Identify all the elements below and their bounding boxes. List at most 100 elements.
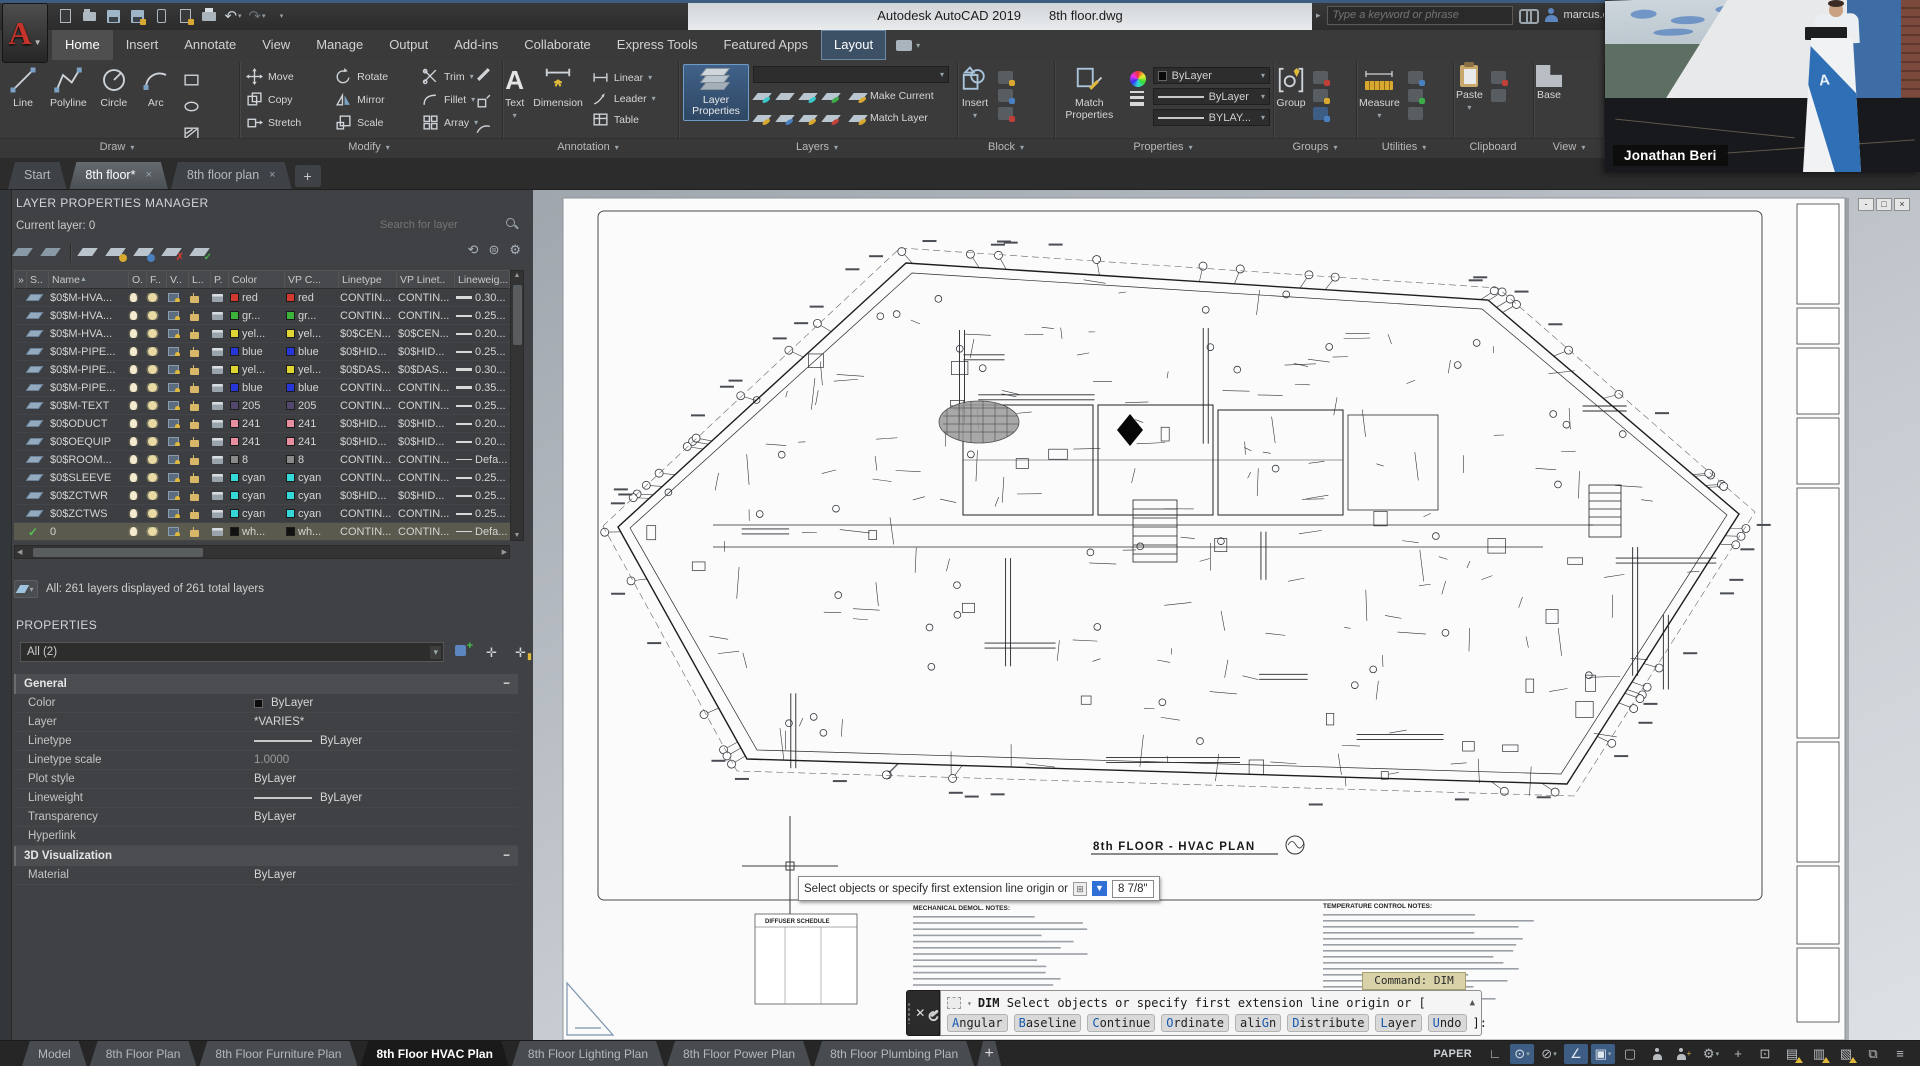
undo-button[interactable]: ↶▾ xyxy=(224,7,242,25)
layer-plot-icon[interactable] xyxy=(212,528,223,536)
layer-vp-linetype[interactable]: $0$HID... xyxy=(396,346,454,358)
layer-lock-icon[interactable] xyxy=(190,404,199,411)
layer-lock-icon[interactable] xyxy=(190,458,199,465)
layer-freeze-sun-icon[interactable] xyxy=(148,455,157,464)
utilities-panel-label[interactable]: Utilities▾ xyxy=(1382,141,1426,153)
layer-on-bulb-icon[interactable] xyxy=(130,455,137,464)
circle-tool[interactable]: Circle xyxy=(99,65,129,109)
move-tool[interactable]: Move xyxy=(246,68,321,85)
layer-settings-gear-icon[interactable]: ⚙ xyxy=(509,242,521,258)
arc-tool[interactable]: Arc xyxy=(141,65,171,109)
command-option[interactable]: Distribute xyxy=(1287,1014,1369,1032)
annotation-scale-gear-icon[interactable]: ⚙▾ xyxy=(1699,1044,1723,1064)
table-row[interactable]: $0$ZCTWScyancyanCONTIN...CONTIN...0.25..… xyxy=(14,505,510,523)
layers-panel-label[interactable]: Layers▾ xyxy=(796,141,838,153)
layer-plot-icon[interactable] xyxy=(212,384,223,392)
ribbon-tab-add-ins[interactable]: Add-ins xyxy=(441,30,511,60)
layer-name[interactable]: $0$M-TEXT xyxy=(48,400,128,412)
table-tool[interactable]: Table xyxy=(592,111,656,128)
layer-linetype[interactable]: $0$DAS... xyxy=(338,364,396,376)
layer-column-header[interactable]: S.. xyxy=(27,271,49,288)
ribbon-tab-collaborate[interactable]: Collaborate xyxy=(511,30,604,60)
layer-on-bulb-icon[interactable] xyxy=(130,491,137,500)
layer-on-bulb-icon[interactable] xyxy=(130,293,137,302)
object-snap-toggle-icon[interactable]: ▣▾ xyxy=(1591,1044,1615,1064)
layer-vp-color-swatch[interactable] xyxy=(286,473,295,482)
layer-on-icon[interactable] xyxy=(752,115,771,122)
application-menu-button[interactable]: A ▼ xyxy=(2,3,48,63)
drawing-canvas[interactable]: 8th FLOOR - HVAC PLAN DIFFUSER SCHEDULE … xyxy=(533,190,1920,1040)
file-tab[interactable]: 8th floor plan× xyxy=(171,162,292,189)
layer-linetype[interactable]: $0$CEN... xyxy=(338,328,396,340)
layer-column-header[interactable]: F.. xyxy=(147,271,167,288)
ribbon-tab-home[interactable]: Home xyxy=(52,30,113,60)
layer-lineweight[interactable]: 0.25... xyxy=(454,508,510,520)
layer-vp-color-swatch[interactable] xyxy=(286,509,295,518)
polyline-tool[interactable]: Polyline xyxy=(50,65,87,109)
layer-vp-linetype[interactable]: $0$HID... xyxy=(396,490,454,502)
ribbon-tab-insert[interactable]: Insert xyxy=(113,30,172,60)
command-line-grip[interactable]: ✕ xyxy=(906,990,940,1036)
rectangle-tool-icon[interactable] xyxy=(183,71,200,93)
new-group-filter-button[interactable] xyxy=(42,245,62,261)
layer-column-header[interactable]: VP C... xyxy=(285,271,339,288)
property-value[interactable]: 1.0000 xyxy=(254,754,518,766)
layer-name[interactable]: $0$ODUCT xyxy=(48,418,128,430)
polar-tracking-toggle-icon[interactable]: ⊙▾ xyxy=(1510,1044,1534,1064)
layer-vp-linetype[interactable]: $0$CEN... xyxy=(396,328,454,340)
layer-freeze-sun-icon[interactable] xyxy=(148,311,157,320)
layer-vp-freeze-icon[interactable] xyxy=(168,293,179,302)
layer-search-input[interactable] xyxy=(380,216,500,234)
workspace-switching-icon[interactable]: ⊡ xyxy=(1753,1044,1777,1064)
dynamic-input-value[interactable]: 8 7/8" xyxy=(1112,880,1154,898)
layer-vp-freeze-icon[interactable] xyxy=(168,419,179,428)
share-button[interactable] xyxy=(176,7,194,25)
layer-name[interactable]: $0$ROOM... xyxy=(48,454,128,466)
command-customize-wrench-icon[interactable] xyxy=(930,1009,939,1017)
layer-vp-color-swatch[interactable] xyxy=(286,491,295,500)
layer-lock-icon[interactable] xyxy=(190,386,199,393)
command-input-area[interactable]: ▾ DIM Select objects or specify first ex… xyxy=(940,990,1482,1036)
layer-vp-linetype[interactable]: CONTIN... xyxy=(396,310,454,322)
layer-on-bulb-icon[interactable] xyxy=(130,329,137,338)
layer-column-header[interactable]: V.. xyxy=(167,271,189,288)
plot-button[interactable] xyxy=(200,7,218,25)
search-binoculars-icon[interactable] xyxy=(1519,9,1539,21)
select-objects-icon[interactable]: ✛ xyxy=(483,642,501,660)
delete-layer-button[interactable]: ✗ xyxy=(163,245,183,261)
ungroup-icon[interactable] xyxy=(1313,71,1328,84)
layer-freeze-sun-icon[interactable] xyxy=(148,347,157,356)
layer-on-bulb-icon[interactable] xyxy=(130,527,137,536)
layer-vp-color-swatch[interactable] xyxy=(286,437,295,446)
layer-lineweight[interactable]: Defa... xyxy=(454,526,510,538)
property-row[interactable]: Linetype scale1.0000 xyxy=(14,751,518,770)
dynamic-input-down-icon[interactable]: ▼ xyxy=(1092,881,1107,896)
customize-qat-button[interactable]: ▾ xyxy=(272,7,290,25)
explode-tool-icon[interactable] xyxy=(475,93,492,115)
linetype-dropdown[interactable]: ByLayer▾ xyxy=(1153,88,1270,105)
block-editor-icon[interactable] xyxy=(998,107,1013,120)
layer-name[interactable]: 0 xyxy=(48,526,128,538)
quick-calc-icon[interactable] xyxy=(1408,107,1423,120)
copy-clip-icon[interactable] xyxy=(1491,89,1506,102)
table-row[interactable]: $0$ODUCT241241$0$HID...$0$HID...0.20... xyxy=(14,415,510,433)
property-row[interactable]: Plot styleByLayer xyxy=(14,770,518,789)
layer-vp-linetype[interactable]: CONTIN... xyxy=(396,292,454,304)
new-file-button[interactable] xyxy=(56,7,74,25)
filter-pane-expand[interactable]: » xyxy=(15,271,27,288)
insert-block-tool[interactable]: Insert▾ xyxy=(960,65,990,120)
table-row[interactable]: $0$M-PIPE...blueblue$0$HID...$0$HID...0.… xyxy=(14,343,510,361)
layout-tab-8th-floor-lighting-plan[interactable]: 8th Floor Lighting Plan xyxy=(512,1041,664,1066)
mirror-tool[interactable]: Mirror xyxy=(335,91,408,108)
layer-lock-icon[interactable] xyxy=(190,512,199,519)
layer-vp-freeze-icon[interactable] xyxy=(168,437,179,446)
layer-lock-icon[interactable] xyxy=(190,314,199,321)
new-property-filter-button[interactable] xyxy=(14,245,34,261)
layer-lock-icon[interactable] xyxy=(190,296,199,303)
layer-vp-color-swatch[interactable] xyxy=(286,347,295,356)
table-row[interactable]: $0$OEQUIP241241$0$HID...$0$HID...0.20... xyxy=(14,433,510,451)
layer-lineweight[interactable]: 0.35... xyxy=(454,382,510,394)
rotate-tool[interactable]: Rotate xyxy=(335,68,408,85)
layer-on-bulb-icon[interactable] xyxy=(130,311,137,320)
layer-lock-icon[interactable] xyxy=(190,368,199,375)
